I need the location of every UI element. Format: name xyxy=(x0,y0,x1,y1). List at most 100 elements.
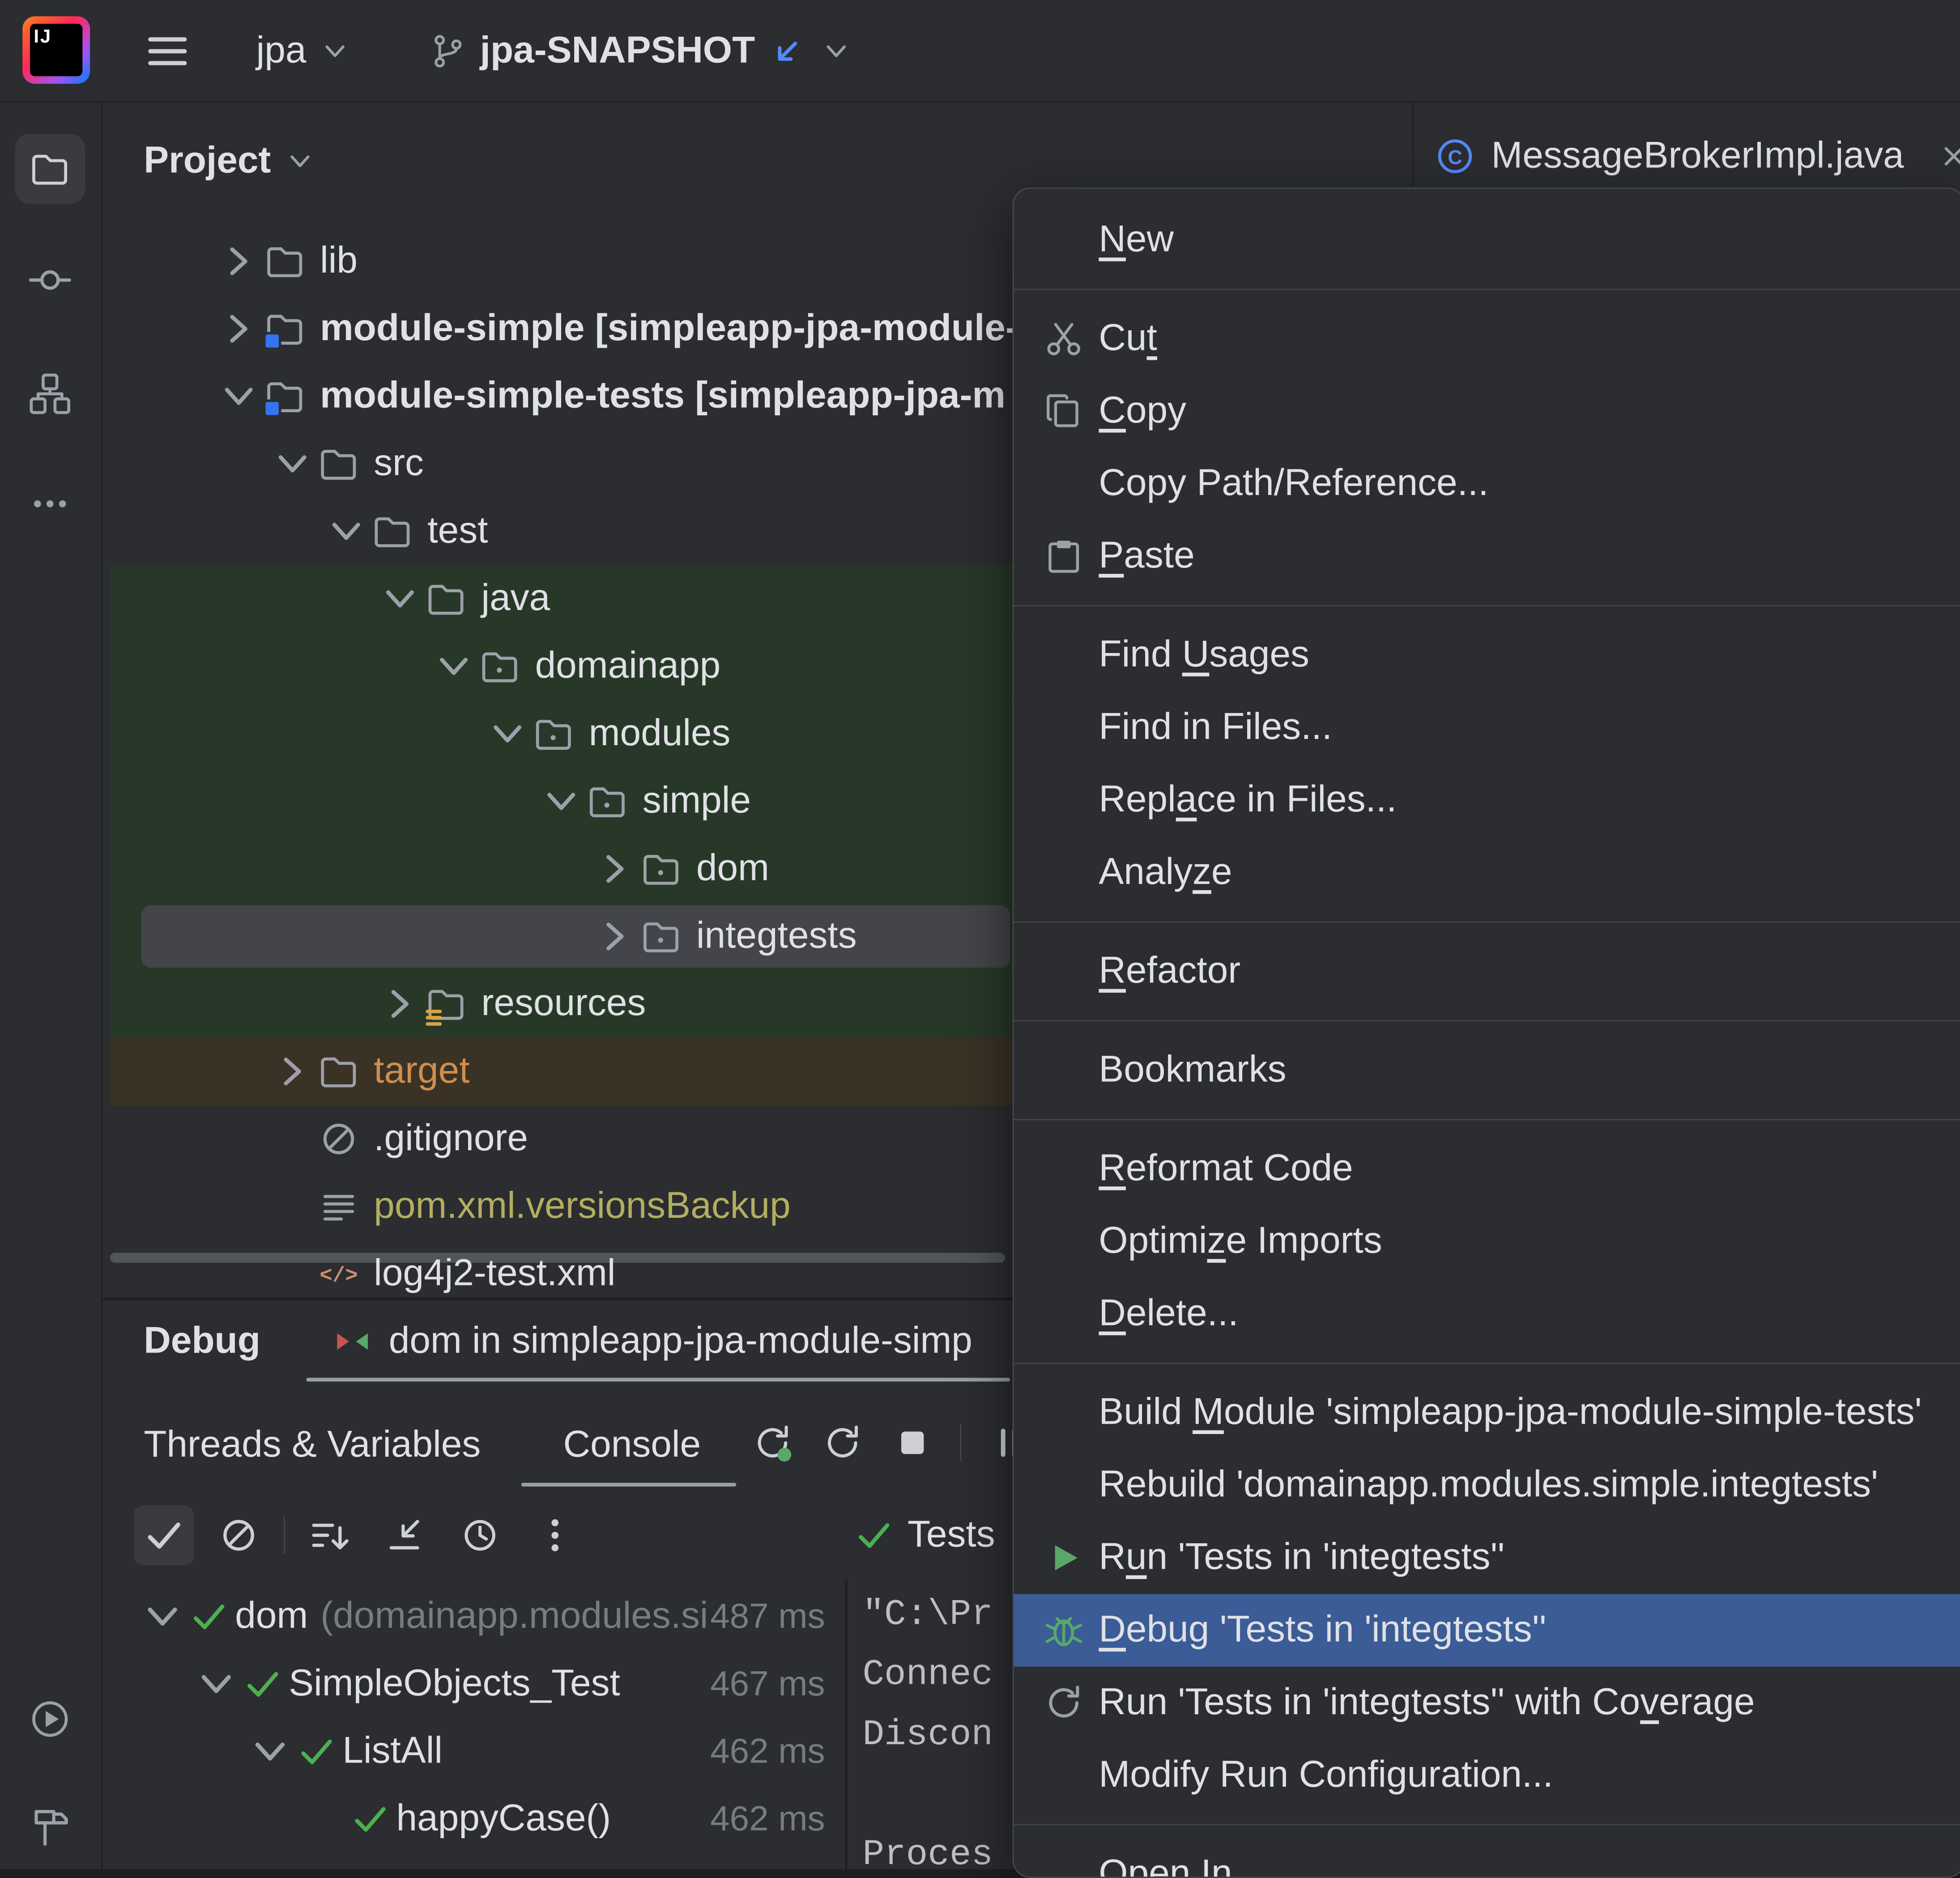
svg-text:C: C xyxy=(1448,145,1462,168)
close-icon[interactable] xyxy=(1936,139,1960,174)
tree-item-target[interactable]: target xyxy=(110,1038,1013,1105)
chevron-down-icon[interactable] xyxy=(245,1730,295,1773)
main-menu-button[interactable] xyxy=(135,27,200,75)
editor-tab-label: MessageBrokerImpl.java xyxy=(1491,135,1904,178)
menu-item-run-tests-in-integtests[interactable]: Run 'Tests in 'integtests'' xyxy=(1014,1522,1960,1594)
tree-item-label: module-simple-tests [simpleapp-jpa-m xyxy=(320,375,1006,418)
chevron-right-icon[interactable] xyxy=(591,848,639,890)
tool-button-run[interactable] xyxy=(15,1684,85,1754)
chevron-down-icon[interactable] xyxy=(430,645,477,687)
chevron-down-icon[interactable] xyxy=(137,1595,187,1638)
test-item-dom[interactable]: dom(domainapp.modules.si487 ms xyxy=(110,1583,845,1650)
menu-item-modify-run-configuration[interactable]: Modify Run Configuration... xyxy=(1014,1739,1960,1812)
stop-button[interactable] xyxy=(890,1420,935,1465)
test-item-detail: (domainapp.modules.si xyxy=(320,1595,708,1638)
menu-item-open-in[interactable]: Open In xyxy=(1014,1838,1960,1878)
menu-item-paste[interactable]: Paste xyxy=(1014,520,1960,593)
tree-item-dom[interactable]: dom xyxy=(110,835,1013,903)
menu-item-optimize-imports[interactable]: Optimize Imports xyxy=(1014,1205,1960,1278)
tree-item-src[interactable]: src xyxy=(110,430,1013,498)
chevron-down-icon[interactable] xyxy=(191,1663,241,1705)
menu-item-refactor[interactable]: Refactor xyxy=(1014,935,1960,1007)
editor-tab[interactable]: C MessageBrokerImpl.java xyxy=(1434,129,1960,184)
tree-item-lib[interactable]: lib xyxy=(110,227,1013,295)
menu-item-replace-in-files[interactable]: Replace in Files... xyxy=(1014,764,1960,837)
history-button[interactable] xyxy=(450,1505,510,1565)
chevron-down-icon[interactable] xyxy=(484,713,531,755)
tree-item-test[interactable]: test xyxy=(110,498,1013,565)
tree-item-integtests[interactable]: integtests xyxy=(110,903,1013,970)
debug-session-tab-label: dom in simpleapp-jpa-module-simp xyxy=(389,1320,972,1363)
menu-item-rebuild-domainapp-modules-simple-integtests[interactable]: Rebuild 'domainapp.modules.simple.integt… xyxy=(1014,1449,1960,1522)
tree-item-pom-xml-versionsbackup[interactable]: pom.xml.versionsBackup xyxy=(110,1173,1013,1240)
chevron-right-icon[interactable] xyxy=(591,915,639,958)
chevron-right-icon[interactable] xyxy=(215,307,262,350)
menu-item-find-in-files[interactable]: Find in Files... xyxy=(1014,691,1960,764)
tab-threads-variables[interactable]: Threads & Variables xyxy=(144,1424,481,1467)
project-panel-header[interactable]: Project xyxy=(144,131,316,191)
tree-item-label: resources xyxy=(481,983,646,1025)
tree-item-module-simple-tests-simpleapp-jpa-m[interactable]: module-simple-tests [simpleapp-jpa-m xyxy=(110,363,1013,430)
tree-item-log4j2-test-xml[interactable]: </>log4j2-test.xml xyxy=(110,1240,1013,1298)
test-item-simpleobjects-test[interactable]: SimpleObjects_Test467 ms xyxy=(110,1650,845,1718)
menu-item-run-tests-in-integtests-with-coverage[interactable]: Run 'Tests in 'integtests'' with Coverag… xyxy=(1014,1667,1960,1739)
tree-item-label: dom xyxy=(696,848,769,890)
flatten-button[interactable] xyxy=(375,1505,435,1565)
menu-item-new[interactable]: New xyxy=(1014,204,1960,276)
tool-button-structure[interactable] xyxy=(15,359,85,429)
chevron-right-icon[interactable] xyxy=(269,1050,316,1093)
chevron-down-icon[interactable] xyxy=(215,375,262,418)
chevron-down-icon[interactable] xyxy=(323,510,370,553)
test-toolbar xyxy=(134,1505,585,1565)
intellij-logo-icon[interactable]: IJ xyxy=(22,16,90,84)
rerun-button[interactable] xyxy=(750,1420,795,1465)
menu-item-bookmarks[interactable]: Bookmarks xyxy=(1014,1034,1960,1106)
chevron-down-icon[interactable] xyxy=(537,780,585,823)
test-item-listall[interactable]: ListAll462 ms xyxy=(110,1718,845,1785)
menu-item-cut[interactable]: Cut xyxy=(1014,303,1960,375)
tab-console[interactable]: Console xyxy=(563,1424,701,1467)
tool-button-commit[interactable] xyxy=(15,245,85,315)
menu-item-analyze[interactable]: Analyze xyxy=(1014,837,1960,909)
chevron-down-icon[interactable] xyxy=(269,443,316,485)
tool-button-more[interactable] xyxy=(15,469,85,539)
tree-item-domainapp[interactable]: domainapp xyxy=(110,632,1013,700)
project-panel-title: Project xyxy=(144,140,271,183)
tree-item-simple[interactable]: simple xyxy=(110,768,1013,835)
tree-item-label: simple xyxy=(643,780,751,823)
menu-item-copy-path-reference[interactable]: Copy Path/Reference... xyxy=(1014,448,1960,520)
tree-item-label: pom.xml.versionsBackup xyxy=(374,1185,791,1228)
menu-item-copy[interactable]: Copy xyxy=(1014,375,1960,448)
menu-item-build-module-simpleapp-jpa-module-simple-tests[interactable]: Build Module 'simpleapp-jpa-module-simpl… xyxy=(1014,1377,1960,1449)
tree-item-java[interactable]: java xyxy=(110,565,1013,633)
debug-session-tab[interactable]: dom in simpleapp-jpa-module-simp xyxy=(331,1310,972,1373)
chevron-down-icon[interactable] xyxy=(376,578,424,620)
package-icon xyxy=(639,846,684,892)
sort-button[interactable] xyxy=(300,1505,360,1565)
project-widget[interactable]: jpa xyxy=(256,24,351,79)
main-toolbar: IJ jpa jpa-SNAPSHOT xyxy=(0,0,1960,102)
tool-button-project[interactable] xyxy=(15,134,85,204)
show-passed-button[interactable] xyxy=(134,1505,194,1565)
menu-item-delete[interactable]: Delete... xyxy=(1014,1278,1960,1350)
menu-item-debug-tests-in-integtests[interactable]: Debug 'Tests in 'integtests'' xyxy=(1014,1594,1960,1667)
rerun-failed-button[interactable] xyxy=(820,1420,865,1465)
xml-file-icon: </> xyxy=(316,1251,362,1297)
menu-item-reformat-code[interactable]: Reformat Code xyxy=(1014,1133,1960,1205)
package-icon xyxy=(531,711,576,756)
tree-item-module-simple-simpleapp-jpa-module[interactable]: module-simple [simpleapp-jpa-module- xyxy=(110,295,1013,363)
menu-item-find-usages[interactable]: Find Usages xyxy=(1014,619,1960,691)
folder-icon xyxy=(27,146,72,192)
panel-divider[interactable] xyxy=(845,1580,848,1869)
vcs-widget[interactable]: jpa-SNAPSHOT xyxy=(427,24,852,79)
options-button[interactable] xyxy=(525,1505,585,1565)
tree-item-gitignore[interactable]: .gitignore xyxy=(110,1105,1013,1173)
tree-item-resources[interactable]: resources xyxy=(110,970,1013,1038)
chevron-right-icon[interactable] xyxy=(215,240,262,282)
chevron-right-icon[interactable] xyxy=(376,983,424,1025)
menu-icon-spacer xyxy=(1041,949,1091,994)
tree-item-modules[interactable]: modules xyxy=(110,700,1013,768)
tool-button-build[interactable] xyxy=(15,1793,85,1863)
ignore-button[interactable] xyxy=(209,1505,268,1565)
test-item-happycase[interactable]: happyCase()462 ms xyxy=(110,1785,845,1853)
